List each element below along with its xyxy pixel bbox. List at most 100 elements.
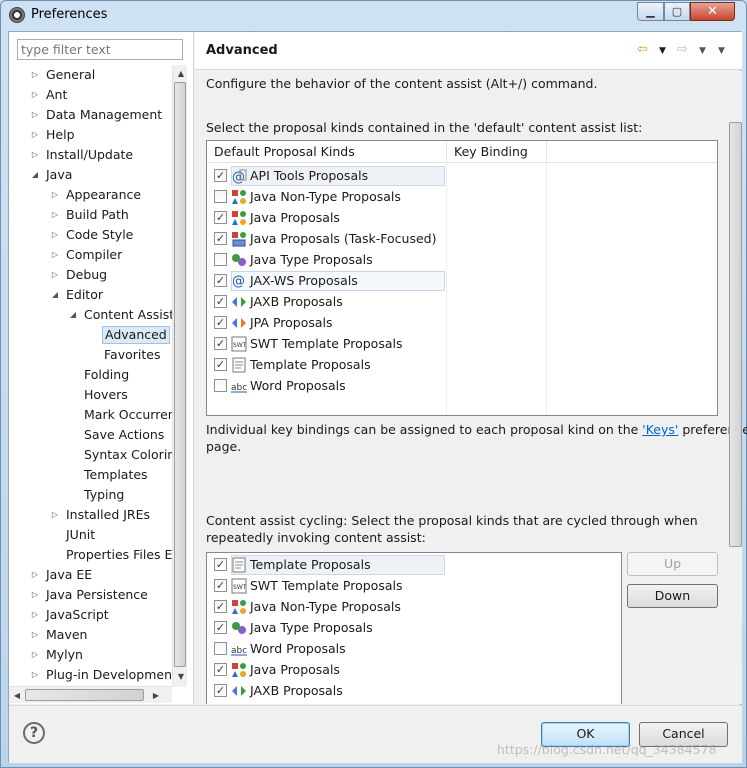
tree-item-data-management[interactable]: ▷ Data Management	[9, 105, 172, 125]
unchecked-checkbox[interactable]	[214, 253, 227, 266]
tree-item-install-update[interactable]: ▷ Install/Update	[9, 145, 172, 165]
page-vertical-scrollbar[interactable]	[729, 122, 742, 704]
checked-checkbox[interactable]: ✓	[214, 358, 227, 371]
page-scroll-thumb[interactable]	[729, 122, 742, 547]
tree-item-installed-jres[interactable]: ▷ Installed JREs	[9, 505, 172, 525]
up-button[interactable]: Up	[627, 552, 718, 576]
checked-checkbox[interactable]: ✓	[214, 663, 227, 676]
collapsed-twisty-icon[interactable]: ▷	[30, 665, 40, 685]
checked-checkbox[interactable]: ✓	[214, 316, 227, 329]
expanded-twisty-icon[interactable]: ◢	[50, 285, 60, 305]
checked-checkbox[interactable]: ✓	[214, 337, 227, 350]
checked-checkbox[interactable]: ✓	[214, 558, 227, 571]
collapsed-twisty-icon[interactable]: ▷	[30, 585, 40, 605]
tree-item-properties-files-editor[interactable]: Properties Files Editor	[9, 545, 172, 565]
cycling-proposal-row[interactable]: ✓ SWT Template Proposals SWT	[207, 575, 621, 596]
tree-item-plug-in-development[interactable]: ▷ Plug-in Development	[9, 665, 172, 685]
checked-checkbox[interactable]: ✓	[214, 295, 227, 308]
tree-item-java-ee[interactable]: ▷ Java EE	[9, 565, 172, 585]
tree-item-templates[interactable]: Templates	[9, 465, 172, 485]
tree-scroll-thumb[interactable]	[174, 82, 186, 667]
tree-item-mark-occurrences[interactable]: Mark Occurrences	[9, 405, 172, 425]
tree-item-java-persistence[interactable]: ▷ Java Persistence	[9, 585, 172, 605]
default-proposal-row[interactable]: ✓ Java Proposals	[207, 207, 717, 228]
checked-checkbox[interactable]: ✓	[214, 274, 227, 287]
column-header-kinds[interactable]: Default Proposal Kinds	[207, 141, 447, 163]
tree-item-favorites[interactable]: Favorites	[9, 345, 172, 365]
expanded-twisty-icon[interactable]: ◢	[68, 305, 78, 325]
tree-item-mylyn[interactable]: ▷ Mylyn	[9, 645, 172, 665]
checked-checkbox[interactable]: ✓	[214, 600, 227, 613]
down-button[interactable]: Down	[627, 584, 718, 608]
cycling-proposal-row[interactable]: ✓JPA Proposals	[207, 701, 621, 704]
default-proposal-row[interactable]: ✓ SWT Template Proposals SWT	[207, 333, 717, 354]
unchecked-checkbox[interactable]	[214, 190, 227, 203]
scroll-right-icon[interactable]: ▶	[148, 687, 164, 703]
cycling-proposal-row[interactable]: ✓ Java Proposals	[207, 659, 621, 680]
default-proposal-row[interactable]: ✓ JAXB Proposals	[207, 291, 717, 312]
tree-item-syntax-coloring[interactable]: Syntax Coloring	[9, 445, 172, 465]
scroll-left-icon[interactable]: ◀	[9, 687, 25, 703]
tree-item-java[interactable]: ◢ Java	[9, 165, 172, 185]
tree-vertical-scrollbar[interactable]: ▲ ▼	[172, 65, 187, 687]
unchecked-checkbox[interactable]	[214, 379, 227, 392]
back-arrow-icon[interactable]: ⇦	[637, 42, 648, 57]
tree-horizontal-scrollbar[interactable]: ◀ ▶	[9, 686, 172, 703]
tree-item-help[interactable]: ▷ Help	[9, 125, 172, 145]
cycling-proposal-row[interactable]: ✓ Java Non-Type Proposals	[207, 596, 621, 617]
tree-item-editor[interactable]: ◢ Editor	[9, 285, 172, 305]
collapsed-twisty-icon[interactable]: ▷	[30, 145, 40, 165]
tree-item-junit[interactable]: JUnit	[9, 525, 172, 545]
collapsed-twisty-icon[interactable]: ▷	[50, 225, 60, 245]
tree-item-code-style[interactable]: ▷ Code Style	[9, 225, 172, 245]
tree-item-debug[interactable]: ▷ Debug	[9, 265, 172, 285]
title-bar[interactable]: Preferences ▁ ▢ ✕	[1, 1, 746, 29]
checked-checkbox[interactable]: ✓	[214, 232, 227, 245]
collapsed-twisty-icon[interactable]: ▷	[50, 205, 60, 225]
minimize-button[interactable]: ▁	[637, 2, 664, 21]
collapsed-twisty-icon[interactable]: ▷	[30, 605, 40, 625]
collapsed-twisty-icon[interactable]: ▷	[30, 645, 40, 665]
tree-item-typing[interactable]: Typing	[9, 485, 172, 505]
checked-checkbox[interactable]: ✓	[214, 169, 227, 182]
tree-item-content-assist[interactable]: ◢ Content Assist	[9, 305, 172, 325]
default-proposal-row[interactable]: Java Type Proposals	[207, 249, 717, 270]
collapsed-twisty-icon[interactable]: ▷	[30, 105, 40, 125]
scroll-down-icon[interactable]: ▼	[173, 668, 189, 684]
collapsed-twisty-icon[interactable]: ▷	[50, 265, 60, 285]
tree-hscroll-thumb[interactable]	[25, 689, 144, 701]
cycling-proposal-row[interactable]: Word Proposals abc	[207, 638, 621, 659]
checked-checkbox[interactable]: ✓	[214, 621, 227, 634]
checked-checkbox[interactable]: ✓	[214, 211, 227, 224]
default-proposal-row[interactable]: ✓ API Tools Proposals @	[207, 165, 717, 186]
tree-item-advanced[interactable]: Advanced	[9, 325, 172, 345]
tree-item-ant[interactable]: ▷ Ant	[9, 85, 172, 105]
tree-item-hovers[interactable]: Hovers	[9, 385, 172, 405]
default-proposal-row[interactable]: Java Non-Type Proposals	[207, 186, 717, 207]
cycling-proposal-row[interactable]: ✓ Java Type Proposals	[207, 617, 621, 638]
default-proposal-row[interactable]: ✓ Java Proposals (Task-Focused)	[207, 228, 717, 249]
column-header-key-binding[interactable]: Key Binding	[447, 141, 547, 163]
expanded-twisty-icon[interactable]: ◢	[30, 165, 40, 185]
tree-item-save-actions[interactable]: Save Actions	[9, 425, 172, 445]
forward-arrow-icon[interactable]: ⇨	[677, 42, 688, 57]
cycling-proposal-row[interactable]: ✓ Template Proposals	[207, 554, 621, 575]
unchecked-checkbox[interactable]	[214, 642, 227, 655]
help-icon[interactable]: ?	[23, 722, 45, 744]
collapsed-twisty-icon[interactable]: ▷	[30, 625, 40, 645]
tree-item-compiler[interactable]: ▷ Compiler	[9, 245, 172, 265]
collapsed-twisty-icon[interactable]: ▷	[50, 185, 60, 205]
scroll-up-icon[interactable]: ▲	[173, 65, 189, 81]
tree-item-folding[interactable]: Folding	[9, 365, 172, 385]
close-button[interactable]: ✕	[690, 2, 735, 21]
collapsed-twisty-icon[interactable]: ▷	[30, 565, 40, 585]
checked-checkbox[interactable]: ✓	[214, 684, 227, 697]
collapsed-twisty-icon[interactable]: ▷	[50, 245, 60, 265]
tree-item-general[interactable]: ▷ General	[9, 65, 172, 85]
cycling-proposal-row[interactable]: ✓ JAXB Proposals	[207, 680, 621, 701]
filter-input[interactable]	[17, 39, 183, 60]
default-proposal-row[interactable]: Word Proposals abc	[207, 375, 717, 396]
keys-link[interactable]: 'Keys'	[642, 422, 678, 437]
default-proposal-row[interactable]: ✓ JPA Proposals	[207, 312, 717, 333]
collapsed-twisty-icon[interactable]: ▷	[50, 505, 60, 525]
